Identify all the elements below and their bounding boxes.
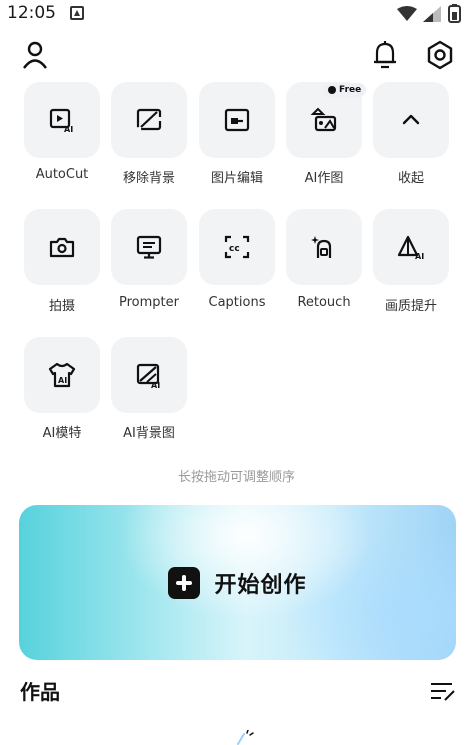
remove-background-icon bbox=[136, 108, 162, 131]
tool-ai-background[interactable]: AI bbox=[111, 337, 187, 413]
camera-icon bbox=[49, 237, 75, 258]
captions-icon: cc bbox=[224, 235, 250, 259]
quality-boost-icon: AI bbox=[397, 235, 424, 261]
tool-captions[interactable]: cc bbox=[199, 209, 275, 285]
ai-model-icon: AI bbox=[48, 362, 76, 388]
plus-icon bbox=[168, 566, 201, 599]
svg-text:AI: AI bbox=[64, 125, 73, 134]
works-title: 作品 bbox=[20, 680, 60, 704]
tool-camera[interactable] bbox=[24, 209, 100, 285]
tool-label-ai-model: AI模特 bbox=[42, 426, 82, 441]
chevron-up-icon bbox=[402, 114, 420, 125]
tool-autocut[interactable]: AI bbox=[24, 82, 100, 158]
tool-label-image-edit: 图片编辑 bbox=[210, 171, 263, 186]
reorder-hint: 长按拖动可调整顺序 bbox=[177, 470, 295, 485]
svg-text:AI: AI bbox=[151, 381, 160, 389]
tool-label-prompter: Prompter bbox=[119, 295, 179, 310]
tool-label-ai-background: AI背景图 bbox=[123, 426, 175, 441]
ai-draw-icon bbox=[310, 107, 337, 132]
tool-label-remove-background: 移除背景 bbox=[122, 171, 175, 186]
notification-icon bbox=[70, 6, 84, 20]
loading-sparkle-icon bbox=[237, 730, 254, 745]
start-create-button[interactable]: 开始创作 bbox=[19, 505, 456, 660]
status-time: 12:05 bbox=[7, 3, 56, 23]
wifi-icon bbox=[397, 6, 417, 21]
tool-collapse[interactable] bbox=[373, 82, 449, 158]
tool-label-collapse: 收起 bbox=[397, 171, 424, 186]
prompter-icon bbox=[136, 235, 162, 259]
tool-label-captions: Captions bbox=[208, 295, 266, 310]
tool-prompter[interactable] bbox=[111, 209, 187, 285]
tool-remove-background[interactable] bbox=[111, 82, 187, 158]
image-edit-icon bbox=[224, 108, 250, 132]
free-badge: Free bbox=[324, 83, 367, 97]
profile-icon[interactable] bbox=[19, 38, 51, 72]
autocut-icon: AI bbox=[49, 108, 73, 134]
svg-text:AI: AI bbox=[415, 252, 424, 261]
tool-label-autocut: AutoCut bbox=[35, 167, 89, 182]
retouch-icon bbox=[311, 236, 332, 258]
tool-label-retouch: Retouch bbox=[297, 295, 351, 310]
tool-retouch[interactable] bbox=[286, 209, 362, 285]
tool-label-quality-boost: 画质提升 bbox=[384, 299, 437, 314]
clock-icon bbox=[328, 86, 336, 94]
svg-text:cc: cc bbox=[229, 244, 240, 254]
top-bar bbox=[0, 38, 473, 78]
settings-icon[interactable] bbox=[424, 38, 456, 72]
status-bar: 12:05 bbox=[0, 0, 473, 30]
tool-quality-boost[interactable]: AI bbox=[373, 209, 449, 285]
bell-icon[interactable] bbox=[369, 38, 401, 72]
tool-label-camera: 拍摄 bbox=[48, 299, 75, 314]
tool-label-ai-draw: AI作图 bbox=[304, 171, 344, 186]
system-status-icons bbox=[397, 4, 461, 23]
edit-list-icon[interactable] bbox=[430, 680, 456, 702]
tool-ai-model[interactable]: AI bbox=[24, 337, 100, 413]
start-create-label: 开始创作 bbox=[214, 572, 307, 598]
svg-text:AI: AI bbox=[58, 376, 67, 385]
ai-background-icon: AI bbox=[136, 363, 160, 389]
tool-image-edit[interactable] bbox=[199, 82, 275, 158]
